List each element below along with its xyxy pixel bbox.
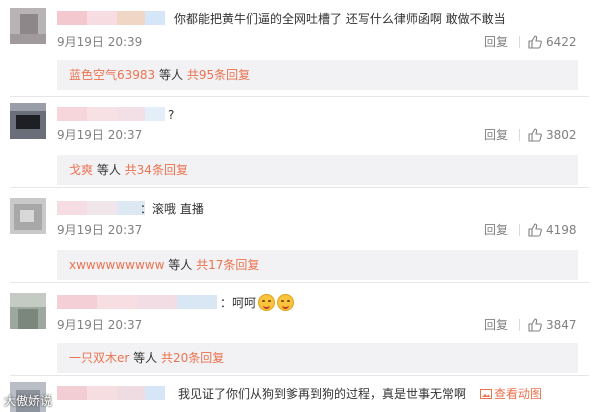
username[interactable] [57,201,145,215]
action-divider [519,319,520,331]
action-divider [519,36,520,48]
view-animation-label: 查看动图 [494,387,543,401]
image-icon [480,389,492,399]
comment-item: 你都能把黄牛们逼的全网吐槽了 还写什么律师函啊 敢做不敢当 9月19日 20:3… [0,0,599,90]
username[interactable] [57,107,165,121]
reply-button[interactable]: 回复 [484,223,508,237]
like-button[interactable]: 3802 [528,128,577,142]
thread-count[interactable]: 共17条回复 [196,258,259,272]
reply-button[interactable]: 回复 [484,318,508,332]
thread-count[interactable]: 共95条回复 [187,68,250,82]
reply-button[interactable]: 回复 [484,128,508,142]
thread-suffix: 等人 [93,163,121,177]
action-divider [519,224,520,236]
username[interactable] [57,386,165,400]
thread-summary: xwwwwwwwww 等人 共17条回复 [69,250,259,280]
thread-summary: 蓝色空气63983 等人 共95条回复 [69,60,250,90]
comment-item: ：呵呵 9月19日 20:37 回复 3847 一只双木er 等人 共20条回复 [0,283,599,373]
avatar[interactable] [10,293,46,329]
thread-suffix: 等人 [129,351,158,365]
username[interactable] [57,295,217,309]
thread-user[interactable]: 蓝色空气63983 [69,68,155,82]
watermark-text: 大傲娇说 [4,394,53,408]
watermark: 大傲娇说 [4,392,52,409]
thread-suffix: 等人 [155,68,184,82]
reply-thread[interactable]: 一只双木er 等人 共20条回复 [57,343,578,373]
like-count: 3802 [546,128,577,142]
comment-text: ：呵呵 [220,294,295,311]
reply-button[interactable]: 回复 [484,35,508,49]
comment-time: 9月19日 20:37 [57,318,143,332]
thread-user[interactable]: 戈爽 [69,163,93,177]
thumbs-up-icon [528,128,542,142]
comment-text: ：滚哦 直播 [140,202,204,216]
reply-thread[interactable]: xwwwwwwwww 等人 共17条回复 [57,250,578,280]
comment-text: 我见证了你们从狗到爹再到狗的过程，真是世事无常啊 [178,387,467,401]
comment-item: ? 9月19日 20:37 回复 3802 戈爽 等人 共34条回复 [0,97,599,185]
thread-count[interactable]: 共34条回复 [125,163,188,177]
like-button[interactable]: 4198 [528,223,577,237]
thumbs-up-icon [528,318,542,332]
avatar[interactable] [10,8,46,44]
comment-time: 9月19日 20:37 [57,128,143,142]
comment-text: ? [168,108,175,122]
comment-text: 你都能把黄牛们逼的全网吐槽了 还写什么律师函啊 敢做不敢当 [174,12,506,26]
view-animation-link[interactable]: 查看动图 [480,386,542,402]
thumbs-up-icon [528,35,542,49]
like-count: 6422 [546,35,577,49]
like-button[interactable]: 6422 [528,35,577,49]
like-count: 4198 [546,223,577,237]
thread-suffix: 等人 [164,258,193,272]
comment-item: ：滚哦 直播 9月19日 20:37 回复 4198 xwwwwwwwww 等人… [0,188,599,280]
laughing-emoji-icon [258,294,276,311]
avatar[interactable] [10,198,46,234]
comment-time: 9月19日 20:37 [57,223,143,237]
reply-thread[interactable]: 蓝色空气63983 等人 共95条回复 [57,60,578,90]
comment-time: 9月19日 20:39 [57,35,143,49]
thread-summary: 一只双木er 等人 共20条回复 [69,343,224,373]
avatar[interactable] [10,103,46,139]
thread-user[interactable]: xwwwwwwwww [69,258,164,272]
thread-summary: 戈爽 等人 共34条回复 [69,155,188,185]
like-count: 3847 [546,318,577,332]
reply-thread[interactable]: 戈爽 等人 共34条回复 [57,155,578,185]
action-divider [519,129,520,141]
username[interactable] [57,11,165,25]
comment-text-body: ：呵呵 [220,296,257,310]
laughing-emoji-icon [277,294,295,311]
thumbs-up-icon [528,223,542,237]
thread-user[interactable]: 一只双木er [69,351,129,365]
comment-item: 我见证了你们从狗到爹再到狗的过程，真是世事无常啊 查看动图 [0,376,599,412]
like-button[interactable]: 3847 [528,318,577,332]
thread-count[interactable]: 共20条回复 [161,351,224,365]
